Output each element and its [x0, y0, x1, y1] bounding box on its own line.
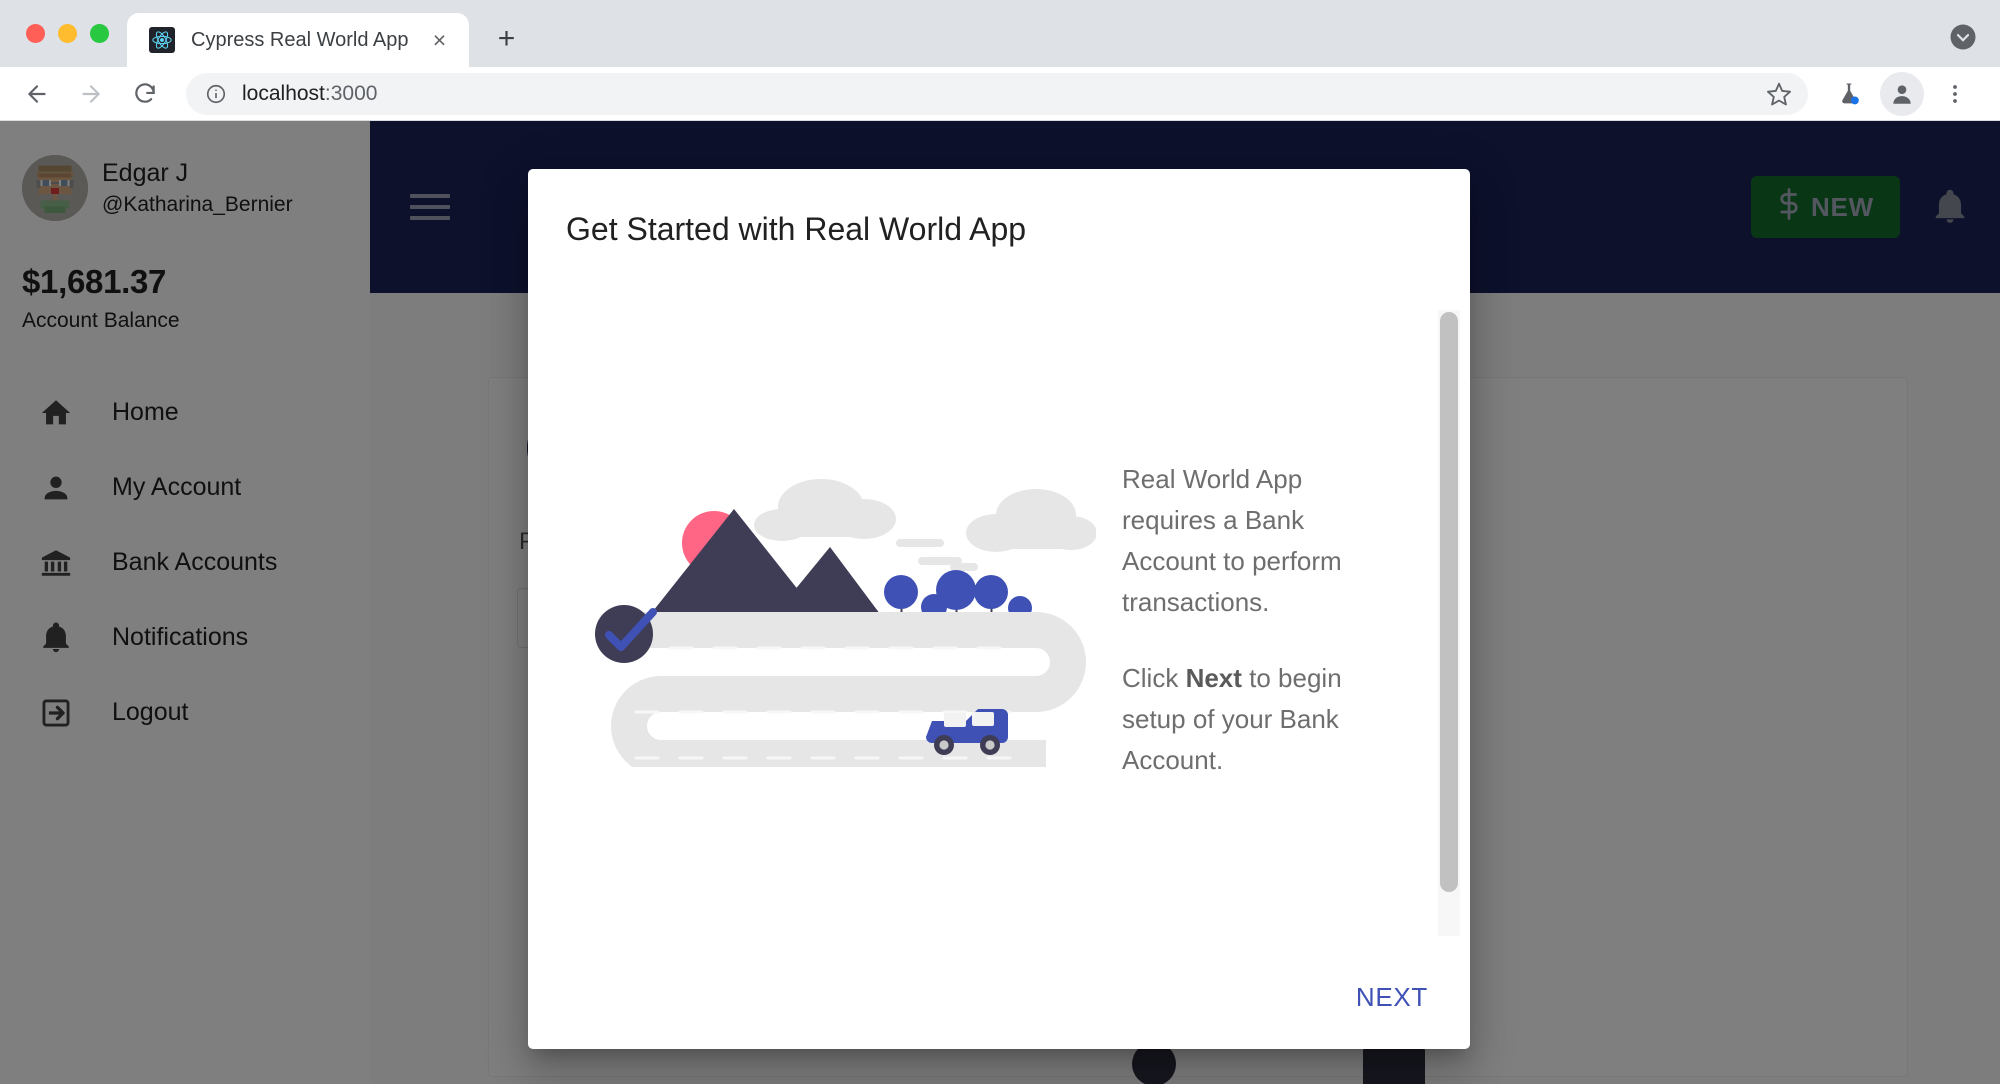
browser-tab[interactable]: Cypress Real World App ×: [127, 13, 469, 67]
flask-icon[interactable]: [1826, 71, 1872, 117]
page-viewport: Edgar J @Katharina_Bernier $1,681.37 Acc…: [0, 121, 2000, 1084]
dialog-p2-pre: Click: [1122, 663, 1186, 693]
three-dot-menu-icon[interactable]: [1932, 71, 1978, 117]
dialog-copy: Real World App requires a Bank Account t…: [1122, 459, 1402, 781]
dialog-paragraph-2: Click Next to begin setup of your Bank A…: [1122, 658, 1402, 781]
url-text: localhost:3000: [242, 82, 1750, 106]
tab-title: Cypress Real World App: [191, 29, 409, 52]
reload-icon[interactable]: [122, 71, 168, 117]
dialog-actions: NEXT: [528, 958, 1470, 1049]
profile-avatar-icon[interactable]: [1880, 72, 1924, 116]
browser-window: Cypress Real World App × + localhost:300…: [0, 0, 2000, 1084]
browser-toolbar: localhost:3000: [0, 67, 2000, 121]
minimize-window-button[interactable]: [58, 24, 77, 43]
dialog-title: Get Started with Real World App: [528, 169, 1470, 272]
dialog-paragraph-1: Real World App requires a Bank Account t…: [1122, 459, 1402, 623]
onboarding-dialog: Get Started with Real World App: [528, 169, 1470, 1049]
maximize-window-button[interactable]: [90, 24, 109, 43]
info-icon[interactable]: [204, 82, 228, 106]
dialog-scrollbar-thumb[interactable]: [1440, 312, 1458, 892]
close-icon[interactable]: ×: [425, 25, 455, 55]
forward-arrow-icon[interactable]: [68, 71, 114, 117]
chevron-down-icon[interactable]: [1948, 22, 2000, 67]
next-button[interactable]: NEXT: [1342, 972, 1442, 1023]
star-icon[interactable]: [1764, 79, 1794, 109]
new-tab-button[interactable]: +: [483, 15, 531, 63]
react-logo-icon: [149, 27, 175, 53]
close-window-button[interactable]: [26, 24, 45, 43]
window-traffic-lights: [0, 0, 127, 67]
dialog-p2-bold: Next: [1186, 663, 1242, 693]
road-trip-illustration: [566, 467, 1096, 772]
dialog-content: Real World App requires a Bank Account t…: [528, 272, 1470, 958]
browser-tabstrip: Cypress Real World App × +: [0, 0, 2000, 67]
back-arrow-icon[interactable]: [14, 71, 60, 117]
address-bar[interactable]: localhost:3000: [186, 73, 1808, 115]
